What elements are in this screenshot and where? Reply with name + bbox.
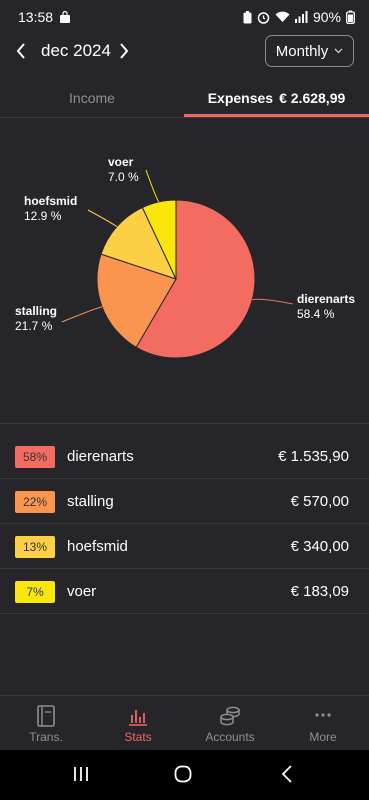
percent-badge: 13% xyxy=(15,536,55,558)
category-amount: € 1.535,90 xyxy=(278,448,349,465)
percent-badge: 58% xyxy=(15,446,55,468)
category-name: stalling xyxy=(67,493,114,510)
active-tab-indicator xyxy=(184,114,369,117)
pie-label-percent: 12.9 % xyxy=(24,209,62,223)
expenses-total: € 2.628,99 xyxy=(279,90,346,106)
category-list: 58% dierenarts € 1.535,90 22% stalling €… xyxy=(0,434,369,614)
category-amount: € 570,00 xyxy=(290,493,349,510)
pie-leader-line xyxy=(87,209,118,227)
pie-chart: dierenarts58.4 % stalling21.7 % hoefsmid12… xyxy=(15,155,355,359)
nav-accounts-label: Accounts xyxy=(205,730,255,744)
battery-percentage: 90% xyxy=(312,9,341,25)
signal-icon xyxy=(294,11,308,23)
pie-leader-line xyxy=(145,169,160,203)
nav-stats-label: Stats xyxy=(124,730,152,744)
tab-income[interactable]: Income xyxy=(0,78,184,118)
list-item[interactable]: 7% voer € 183,09 xyxy=(0,569,369,614)
tab-bar: Income Expenses € 2.628,99 xyxy=(0,78,369,118)
pie-label-name: hoefsmid xyxy=(24,194,77,208)
book-icon xyxy=(37,705,55,727)
bar-chart-icon xyxy=(129,710,147,726)
nav-stats[interactable]: Stats xyxy=(92,696,184,751)
status-time: 13:58 xyxy=(18,9,54,25)
pie-label-percent: 21.7 % xyxy=(15,319,53,333)
status-bar: 13:58 90% xyxy=(0,0,369,34)
category-amount: € 340,00 xyxy=(290,538,349,555)
coins-icon xyxy=(220,706,240,726)
more-dots-icon xyxy=(315,713,331,717)
home-button[interactable] xyxy=(174,765,192,788)
period-label: Monthly xyxy=(275,42,329,60)
category-name: voer xyxy=(67,583,97,600)
system-navigation-bar xyxy=(0,750,369,800)
alarm-icon xyxy=(257,11,270,24)
recent-apps-icon xyxy=(74,767,88,781)
back-icon xyxy=(281,765,292,783)
nav-trans[interactable]: Trans. xyxy=(0,696,92,751)
bottom-navigation: Trans. Stats Accounts More xyxy=(0,695,369,750)
percent-badge: 7% xyxy=(15,581,55,603)
header: dec 2024 Monthly xyxy=(0,34,369,68)
wifi-icon xyxy=(275,11,290,22)
list-item[interactable]: 13% hoefsmid € 340,00 xyxy=(0,524,369,569)
back-button[interactable] xyxy=(281,765,293,788)
tab-expenses-label: Expenses xyxy=(207,90,274,106)
tab-expenses[interactable]: Expenses € 2.628,99 xyxy=(184,78,369,118)
chevron-right-icon xyxy=(120,43,129,59)
pie-label-name: dierenarts xyxy=(297,292,355,306)
nav-more[interactable]: More xyxy=(277,696,369,751)
list-item[interactable]: 22% stalling € 570,00 xyxy=(0,479,369,524)
pie-label-name: voer xyxy=(108,155,134,169)
pie-leader-line xyxy=(61,306,103,323)
category-name: dierenarts xyxy=(67,448,134,465)
list-item[interactable]: 58% dierenarts € 1.535,90 xyxy=(0,434,369,479)
category-name: hoefsmid xyxy=(67,538,128,555)
nav-trans-label: Trans. xyxy=(29,730,63,744)
pie-label-percent: 7.0 % xyxy=(108,170,139,184)
tab-income-label: Income xyxy=(69,90,115,106)
next-month-button[interactable] xyxy=(113,40,135,62)
nav-more-label: More xyxy=(309,730,337,744)
nav-accounts[interactable]: Accounts xyxy=(184,696,276,751)
pie-chart-area: dierenarts 58.4 % stalling 21.7 % hoefsmid 12… xyxy=(0,118,369,424)
shopping-bag-icon xyxy=(60,11,71,23)
previous-month-button[interactable] xyxy=(10,40,32,62)
month-label: dec 2024 xyxy=(41,41,111,60)
home-icon xyxy=(174,765,192,783)
chevron-left-icon xyxy=(16,43,25,59)
battery-saver-icon xyxy=(243,10,252,23)
percent-badge: 22% xyxy=(15,491,55,513)
pie-leader-line xyxy=(252,298,294,305)
period-dropdown[interactable]: Monthly xyxy=(265,35,354,67)
pie-label-name: stalling xyxy=(15,304,57,318)
chevron-down-icon xyxy=(334,48,343,54)
recent-apps-button[interactable] xyxy=(72,765,90,788)
category-amount: € 183,09 xyxy=(290,583,349,600)
battery-icon xyxy=(346,10,355,24)
pie-label-percent: 58.4 % xyxy=(297,307,335,321)
